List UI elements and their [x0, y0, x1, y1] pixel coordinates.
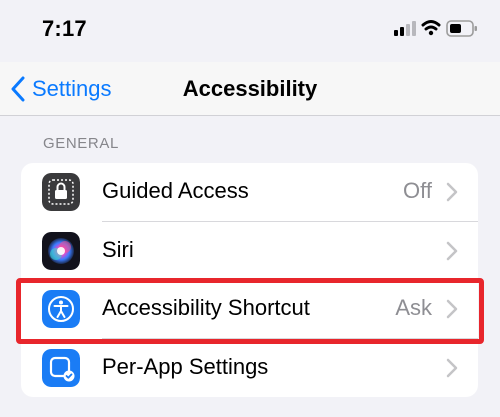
- navigation-bar: Settings Accessibility: [0, 62, 500, 116]
- row-value: Ask: [395, 295, 432, 320]
- guided-access-icon: [42, 173, 80, 211]
- per-app-settings-icon: [42, 349, 80, 387]
- row-guided-access[interactable]: Guided Access Off: [21, 163, 478, 221]
- page-title: Accessibility: [182, 76, 318, 101]
- status-icons: [394, 20, 477, 37]
- section-header: GENERAL: [43, 135, 119, 152]
- row-label: Siri: [102, 237, 134, 262]
- row-siri[interactable]: Siri: [21, 222, 478, 280]
- row-value: Off: [403, 178, 432, 203]
- chevron-right-icon: [446, 241, 458, 261]
- row-label: Accessibility Shortcut: [102, 295, 310, 320]
- cellular-signal-icon: [394, 21, 416, 36]
- row-accessibility-shortcut[interactable]: Accessibility Shortcut Ask: [21, 280, 478, 338]
- wifi-icon: [421, 20, 441, 36]
- chevron-right-icon: [446, 358, 458, 378]
- settings-group: Guided Access Off Siri Accessibility Sho…: [21, 163, 478, 397]
- accessibility-icon: [42, 290, 80, 328]
- row-label: Guided Access: [102, 178, 249, 203]
- siri-icon: [42, 232, 80, 270]
- battery-icon: [446, 20, 477, 37]
- status-bar: 7:17: [0, 0, 500, 62]
- row-label: Per-App Settings: [102, 354, 269, 379]
- chevron-right-icon: [446, 182, 458, 202]
- row-per-app-settings[interactable]: Per-App Settings: [21, 339, 478, 397]
- chevron-right-icon: [446, 299, 458, 319]
